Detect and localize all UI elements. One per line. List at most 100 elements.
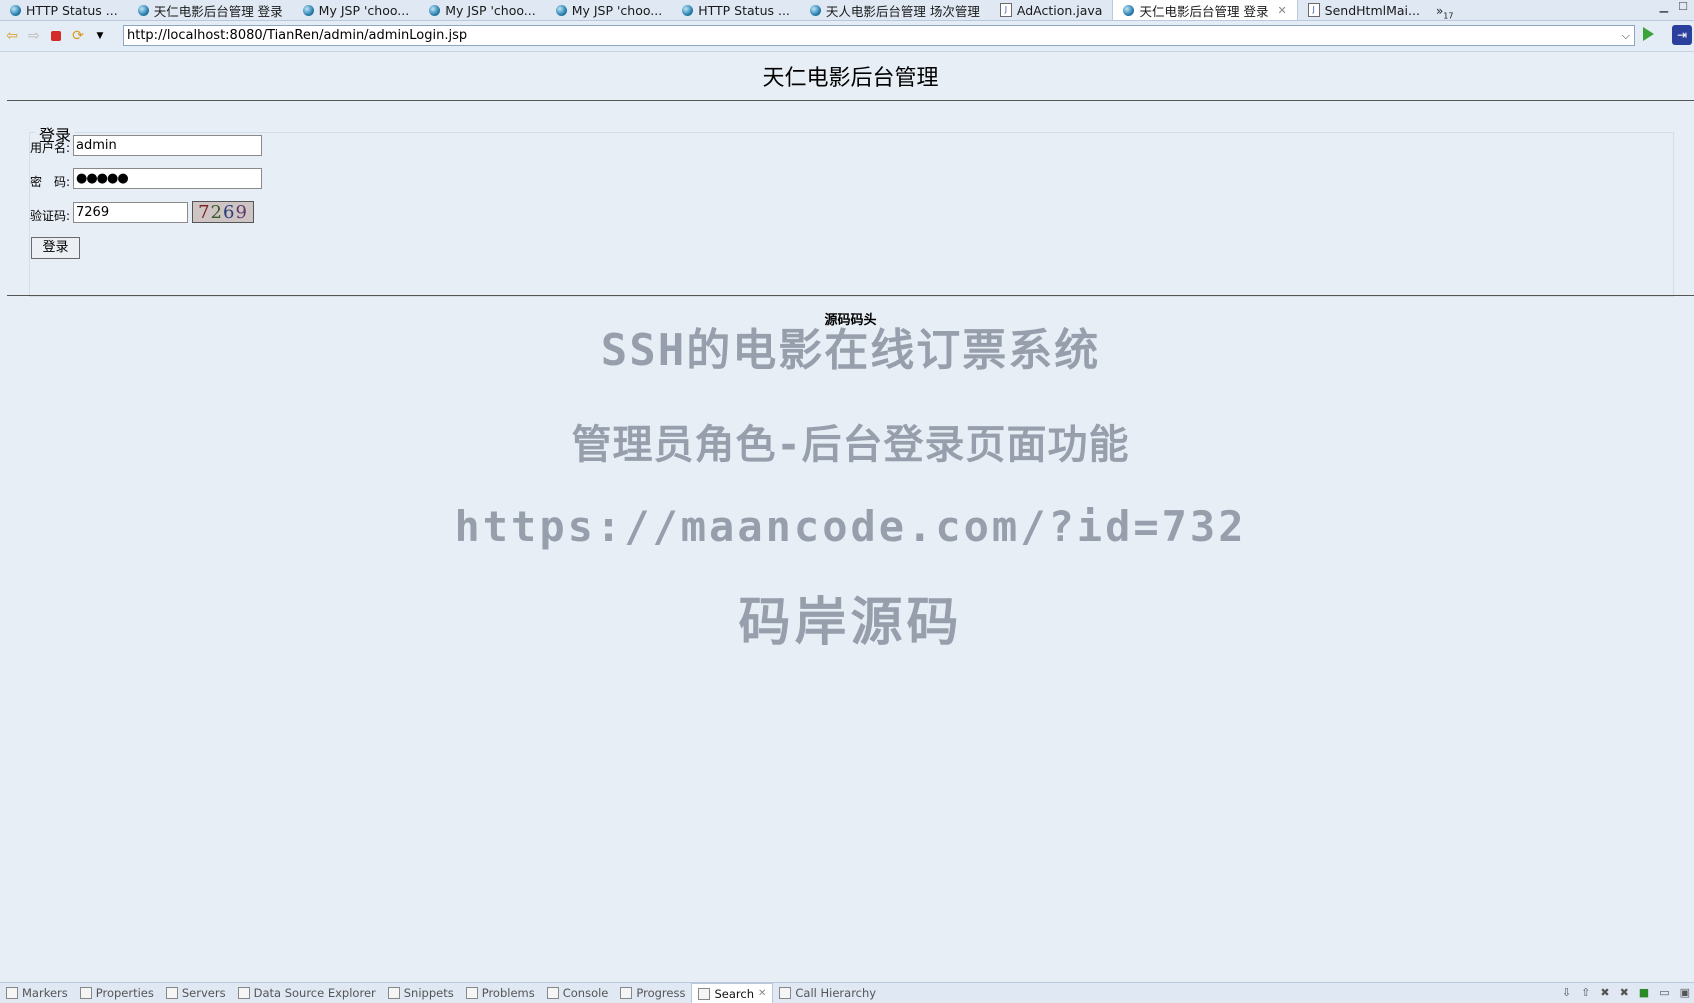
captcha-char: 6 [223,201,236,223]
arrow-down-icon[interactable]: ⇩ [1562,986,1571,999]
username-label: 用户名: [30,141,71,155]
tab-label: AdAction.java [1016,2,1103,18]
view-tab-label: Problems [481,986,535,1000]
view-tab-label: Markers [22,986,68,1000]
captcha-image[interactable]: 7 2 6 9 [192,201,254,223]
view-tab-snippets[interactable]: Snippets [382,986,460,1000]
globe-icon [555,4,567,16]
database-icon [237,987,250,999]
chevron-down-icon[interactable]: ▼ [90,26,110,46]
stop-icon[interactable] [46,26,66,46]
url-field[interactable]: http://localhost:8080/TianRen/admin/admi… [123,25,1635,46]
tab-http-status-1[interactable]: HTTP Status ... [0,0,128,20]
arrow-up-icon[interactable]: ⇧ [1581,986,1590,999]
captcha-label: 验证码: [30,209,71,223]
external-browser-icon[interactable]: ⇥ [1672,25,1692,45]
search-icon [698,987,711,1000]
markers-icon [6,987,18,999]
snippets-icon [387,987,400,999]
web-page: 天仁电影后台管理 登录 用户名: admin 密 码: ●●●●● 验证码: 7… [7,52,1694,980]
url-text: http://localhost:8080/TianRen/admin/admi… [127,28,468,43]
view-tab-label: Console [562,986,609,1000]
minimize-icon[interactable]: ▭ [1659,986,1669,999]
watermark-url: https://maancode.com/?id=732 [454,502,1247,551]
overflow-count: 17 [1443,11,1454,20]
call-hierarchy-icon [779,987,792,999]
tab-label: SendHtmlMai... [1324,2,1420,18]
view-tab-markers[interactable]: Markers [0,986,74,1000]
tab-admin-login-active[interactable]: 天仁电影后台管理 登录 ✕ [1112,0,1298,20]
page-title: 天仁电影后台管理 [762,66,939,91]
username-field[interactable]: admin [73,135,262,156]
back-arrow-icon[interactable]: ⇦ [2,26,22,46]
java-file-icon: J [1307,3,1320,17]
view-tab-progress[interactable]: Progress [614,986,691,1000]
captcha-char: 7 [198,201,211,223]
watermark-subtitle: 管理员角色-后台登录页面功能 [571,422,1130,468]
login-button[interactable]: 登录 [31,237,80,259]
globe-icon [682,4,694,16]
login-fieldset [29,132,1674,297]
tab-my-jsp-1[interactable]: My JSP 'choo... [293,0,420,20]
refresh-icon[interactable]: ⟳ [68,26,88,46]
stop-search-icon[interactable]: ■ [1639,986,1649,999]
captcha-char: 2 [210,201,223,223]
tab-label: HTTP Status ... [698,2,790,18]
view-tab-servers[interactable]: Servers [160,986,232,1000]
tab-label: My JSP 'choo... [318,2,410,18]
bottom-views-bar: Markers Properties Servers Data Source E… [0,982,1694,1003]
minimize-icon[interactable]: ▁ [1660,0,1668,13]
properties-icon [79,987,92,999]
view-tab-label: Data Source Explorer [253,986,376,1000]
tab-label: My JSP 'choo... [571,2,663,18]
captcha-field[interactable]: 7269 [73,202,188,223]
tab-overflow-button[interactable]: »17 [1436,4,1454,20]
maximize-icon[interactable]: ☐ [1678,0,1688,13]
console-icon [546,987,559,999]
view-tab-console[interactable]: Console [541,986,615,1000]
tab-admin-login-1[interactable]: 天仁电影后台管理 登录 [128,0,293,20]
view-tab-problems[interactable]: Problems [460,986,541,1000]
globe-icon [302,4,314,16]
password-field[interactable]: ●●●●● [73,168,262,189]
globe-icon [137,4,149,16]
chevron-down-icon[interactable]: ⌵ [1622,26,1630,45]
tab-session-management[interactable]: 天人电影后台管理 场次管理 [800,0,990,20]
tab-sendhtmlmail[interactable]: J SendHtmlMai... [1298,0,1430,20]
bottom-bar-actions: ⇩ ⇧ ✖ ✖ ■ ▭ ▣ [1562,986,1690,999]
tab-label: HTTP Status ... [26,2,118,18]
view-tab-properties[interactable]: Properties [74,986,160,1000]
remove-icon[interactable]: ✖ [1600,986,1609,999]
divider [7,295,1694,296]
servers-icon [165,987,178,999]
window-controls: ▁ ☐ [1660,0,1688,13]
close-icon[interactable]: ✕ [758,988,766,999]
divider [7,100,1694,101]
tab-adaction-java[interactable]: J AdAction.java [990,0,1113,20]
tab-my-jsp-2[interactable]: My JSP 'choo... [419,0,546,20]
maximize-icon[interactable]: ▣ [1680,986,1690,999]
view-tab-search[interactable]: Search ✕ [691,983,774,1003]
globe-icon [1123,4,1135,16]
problems-icon [465,987,478,999]
forward-arrow-icon[interactable]: ⇨ [24,26,44,46]
view-tab-data-source-explorer[interactable]: Data Source Explorer [232,986,382,1000]
view-tab-label: Search [714,986,754,1001]
globe-icon [10,4,21,16]
watermark-brand: 码岸源码 [738,593,963,653]
view-tab-label: Servers [181,986,226,1000]
tab-http-status-2[interactable]: HTTP Status ... [672,0,800,20]
view-tab-label: Snippets [403,986,454,1000]
remove-all-icon[interactable]: ✖ [1620,986,1629,999]
java-file-icon: J [999,3,1012,17]
view-tab-label: Call Hierarchy [795,986,877,1000]
close-icon[interactable]: ✕ [1277,4,1286,17]
editor-tab-bar: HTTP Status ... 天仁电影后台管理 登录 My JSP 'choo… [0,0,1694,21]
password-label: 密 码: [30,175,71,189]
view-tab-call-hierarchy[interactable]: Call Hierarchy [773,986,882,1000]
go-icon[interactable] [1643,27,1654,41]
progress-icon [620,987,633,999]
tab-my-jsp-3[interactable]: My JSP 'choo... [546,0,673,20]
view-tab-label: Properties [95,986,154,1000]
globe-icon [809,4,821,16]
